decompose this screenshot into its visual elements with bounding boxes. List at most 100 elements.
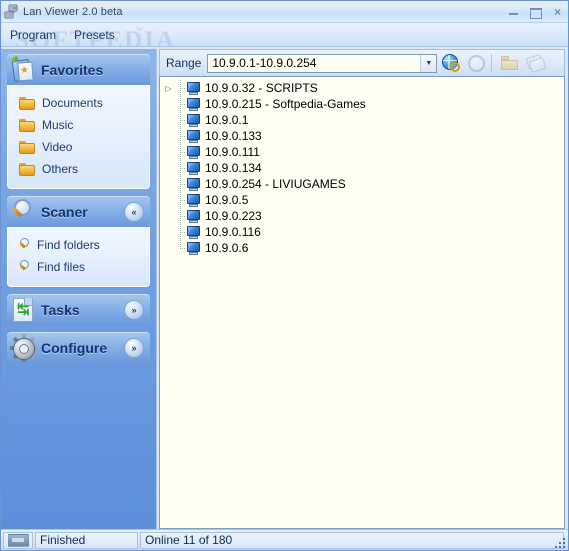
- sidebar-item-find-files[interactable]: Find files: [8, 256, 149, 278]
- table-row[interactable]: 10.9.0.254 - LIVIUGAMES: [160, 176, 564, 192]
- sidebar-item-label: Music: [42, 118, 74, 132]
- table-row[interactable]: 10.9.0.133: [160, 128, 564, 144]
- computer-icon: [186, 97, 201, 111]
- computer-icon: [186, 241, 201, 255]
- resize-grip[interactable]: [553, 536, 565, 548]
- toolbar-separator: [491, 54, 493, 72]
- table-row[interactable]: 10.9.0.6: [160, 240, 564, 256]
- main-pane: Range 10.9.0.1-10.9.0.254 ▼ ▷ 10.9.0.32 …: [157, 49, 565, 529]
- sidebar-panel-header-scaner[interactable]: Scaner «: [7, 196, 150, 227]
- table-row[interactable]: ▷ 10.9.0.32 - SCRIPTS: [160, 80, 564, 96]
- folder-icon: [19, 118, 35, 132]
- tree-guide: [175, 112, 186, 128]
- sidebar-item-others[interactable]: Others: [8, 158, 149, 180]
- sidebar-item-documents[interactable]: Documents: [8, 92, 149, 114]
- sidebar: ★ Favorites Documents Music Video Others…: [1, 49, 157, 529]
- host-label: 10.9.0.32 - SCRIPTS: [205, 81, 318, 95]
- computer-icon: [186, 161, 201, 175]
- chevron-down-icon[interactable]: »: [124, 300, 144, 320]
- watermark-trademark: ™: [135, 26, 143, 35]
- sidebar-item-label: Documents: [42, 96, 103, 110]
- tree-guide: [175, 144, 186, 160]
- range-combobox[interactable]: 10.9.0.1-10.9.0.254 ▼: [207, 53, 438, 73]
- host-label: 10.9.0.6: [205, 241, 249, 255]
- sidebar-panel-header-favorites[interactable]: ★ Favorites: [7, 54, 150, 85]
- maximize-button[interactable]: [529, 5, 542, 19]
- scan-button[interactable]: [440, 52, 462, 74]
- tree-guide: [175, 96, 186, 112]
- open-folder-button[interactable]: [499, 52, 521, 74]
- tags-icon: [525, 53, 547, 74]
- table-row[interactable]: 10.9.0.223: [160, 208, 564, 224]
- sidebar-panel-header-configure[interactable]: Configure »: [7, 332, 150, 363]
- sidebar-item-label: Find folders: [37, 238, 100, 252]
- window-title: Lan Viewer 2.0 beta: [23, 5, 123, 18]
- sidebar-panel-title-scaner: Scaner: [41, 203, 88, 220]
- chevron-down-icon[interactable]: »: [124, 338, 144, 358]
- sidebar-item-video[interactable]: Video: [8, 136, 149, 158]
- tree-guide: [175, 240, 186, 256]
- computer-icon: [186, 113, 201, 127]
- close-button[interactable]: ×: [551, 5, 564, 18]
- range-input[interactable]: 10.9.0.1-10.9.0.254: [208, 56, 420, 70]
- status-text: Finished: [35, 531, 138, 549]
- table-row[interactable]: 10.9.0.5: [160, 192, 564, 208]
- globe-search-icon: [442, 54, 461, 72]
- network-computers-icon: [4, 4, 20, 20]
- host-label: 10.9.0.215 - Softpedia-Games: [205, 97, 366, 111]
- chevron-down-icon[interactable]: ▼: [420, 54, 437, 72]
- menu-bar: SOFTPEDIA ™ Program Presets: [1, 23, 568, 47]
- table-row[interactable]: 10.9.0.1: [160, 112, 564, 128]
- status-online-count: Online 11 of 180: [140, 531, 564, 549]
- host-label: 10.9.0.5: [205, 193, 249, 207]
- host-label: 10.9.0.1: [205, 113, 249, 127]
- sidebar-item-label: Others: [42, 162, 79, 176]
- table-row[interactable]: 10.9.0.111: [160, 144, 564, 160]
- menu-item-program[interactable]: Program: [1, 26, 65, 44]
- host-label: 10.9.0.111: [205, 145, 260, 159]
- application-window: Lan Viewer 2.0 beta × SOFTPEDIA ™ Progra…: [0, 0, 569, 551]
- stop-icon: [467, 54, 485, 72]
- computer-icon: [186, 193, 201, 207]
- tree-guide: [175, 80, 186, 96]
- sidebar-panel-configure: Configure »: [7, 332, 150, 363]
- open-folder-icon: [501, 56, 519, 70]
- table-row[interactable]: 10.9.0.116: [160, 224, 564, 240]
- folder-icon: [19, 162, 35, 176]
- table-row[interactable]: 10.9.0.215 - Softpedia-Games: [160, 96, 564, 112]
- table-row[interactable]: 10.9.0.134: [160, 160, 564, 176]
- sidebar-item-label: Video: [42, 140, 73, 154]
- menu-item-presets[interactable]: Presets: [65, 26, 124, 44]
- gear-icon: [9, 333, 38, 362]
- sidebar-item-label: Find files: [37, 260, 86, 274]
- tree-guide: [175, 208, 186, 224]
- tree-guide: [175, 160, 186, 176]
- status-icon-cell: [3, 531, 33, 549]
- magnifier-small-icon: [18, 237, 33, 253]
- host-label: 10.9.0.223: [205, 209, 262, 223]
- range-label: Range: [166, 56, 202, 70]
- host-tree[interactable]: ▷ 10.9.0.32 - SCRIPTS 10.9.0.215 - Softp…: [159, 76, 565, 529]
- sidebar-panel-header-tasks[interactable]: ↹ Tasks »: [7, 294, 150, 325]
- minimize-button[interactable]: [507, 5, 520, 18]
- sidebar-panel-tasks: ↹ Tasks »: [7, 294, 150, 325]
- expander-triangle-icon[interactable]: ▷: [162, 84, 175, 93]
- computer-icon: [186, 129, 201, 143]
- host-label: 10.9.0.134: [205, 161, 262, 175]
- sidebar-item-music[interactable]: Music: [8, 114, 149, 136]
- computer-icon: [186, 81, 201, 95]
- tree-guide: [175, 192, 186, 208]
- sidebar-panel-body-favorites: Documents Music Video Others: [7, 85, 150, 189]
- toolbar: Range 10.9.0.1-10.9.0.254 ▼: [159, 49, 565, 76]
- computer-icon: [186, 177, 201, 191]
- stop-button[interactable]: [465, 52, 487, 74]
- chevron-up-icon[interactable]: «: [124, 202, 144, 222]
- sidebar-panel-title-configure: Configure: [41, 339, 108, 356]
- folder-icon: [19, 140, 35, 154]
- status-bar: Finished Online 11 of 180: [1, 529, 568, 550]
- host-label: 10.9.0.116: [205, 225, 261, 239]
- status-screen-icon: [7, 533, 29, 547]
- sidebar-item-find-folders[interactable]: Find folders: [8, 234, 149, 256]
- magnifier-small-icon: [18, 259, 33, 275]
- tags-button[interactable]: [524, 52, 547, 74]
